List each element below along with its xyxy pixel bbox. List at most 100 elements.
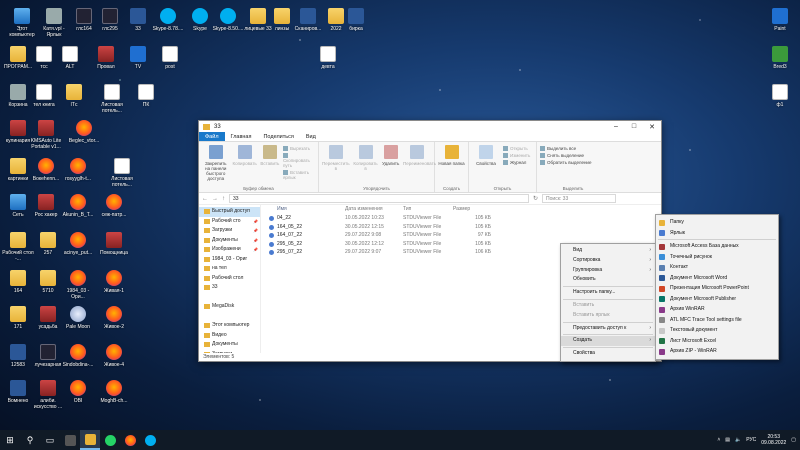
column-type[interactable]: Тип	[403, 205, 453, 214]
desktop-icon[interactable]: Рос хакер	[28, 194, 64, 218]
context-menu-item[interactable]: Сортировка ›	[561, 256, 655, 266]
taskbar-skype[interactable]	[140, 430, 160, 450]
nav-item[interactable]: Загрузки 📌	[199, 226, 260, 236]
copy-button[interactable]: Копировать	[233, 144, 257, 192]
desktop-icon[interactable]: Pale Moon	[60, 306, 96, 330]
move-to-button[interactable]: Переместить в	[322, 144, 350, 192]
context-menu-item[interactable]: Обновить	[561, 275, 655, 285]
desktop-icon[interactable]: сеж-патр...	[96, 194, 132, 218]
nav-item[interactable]: Изображени 📌	[199, 245, 260, 255]
back-icon[interactable]: ←	[202, 196, 208, 202]
nav-item[interactable]: Рабочий стол	[199, 274, 260, 284]
desktop-icon[interactable]: Paint	[762, 8, 798, 32]
taskbar-whatsapp[interactable]	[100, 430, 120, 450]
new-submenu-item[interactable]: Презентация Microsoft PowerPoint	[656, 283, 778, 294]
delete-button[interactable]: Удалить	[381, 144, 400, 192]
volume-icon[interactable]: 🔈	[735, 437, 741, 443]
notifications-icon[interactable]: ▢	[791, 437, 796, 443]
file-row[interactable]: 164_05_22 30.05.2022 12:15 STDUViewer File…	[269, 223, 661, 232]
history-button[interactable]: Журнал	[503, 160, 530, 165]
context-menu-item[interactable]: Настроить папку...	[561, 288, 655, 298]
desktop-icon[interactable]: Akunin_B_T...	[60, 194, 96, 218]
file-row[interactable]: 04_22 10.05.2022 10:23 STDUViewer File 105 …	[269, 214, 661, 223]
minimize-button[interactable]: –	[607, 123, 625, 131]
paste-shortcut-button[interactable]: Вставить ярлык	[283, 170, 315, 180]
desktop-icon[interactable]: Этот компьютер	[4, 8, 40, 38]
new-submenu-item[interactable]: Контакт	[656, 262, 778, 273]
search-input[interactable]: Поиск: 33	[542, 194, 617, 203]
nav-item[interactable]: Документы	[199, 340, 260, 350]
cut-button[interactable]: Вырезать	[283, 146, 315, 151]
desktop-icon[interactable]: post	[152, 46, 188, 70]
language-indicator[interactable]: РУС	[746, 437, 756, 443]
new-submenu-item[interactable]: Текстовый документ	[656, 325, 778, 336]
new-submenu-item[interactable]: ATL MFC Trace Tool settings file	[656, 315, 778, 326]
copy-to-button[interactable]: Копировать в	[353, 144, 379, 192]
properties-button[interactable]: Свойства	[472, 144, 500, 192]
desktop-icon[interactable]: ITс	[56, 84, 92, 108]
desktop-icon[interactable]: KMSAuto Lite Portable v1...	[28, 120, 64, 150]
desktop-icon[interactable]: бирка	[338, 8, 374, 32]
column-name[interactable]: Имя	[269, 205, 345, 214]
desktop-icon[interactable]: Листовая потель...	[104, 158, 140, 188]
pin-quick-access-button[interactable]: Закрепить на панели быстрого доступа	[202, 144, 230, 192]
title-bar[interactable]: 33 – □ ✕	[199, 121, 661, 132]
rename-button[interactable]: Переименовать	[403, 144, 436, 192]
desktop-icon[interactable]: ПК	[128, 84, 164, 108]
desktop-icon[interactable]: Провал	[88, 46, 124, 70]
context-menu-item[interactable]: Создать ›	[561, 336, 655, 347]
forward-icon[interactable]: →	[212, 196, 218, 202]
new-folder-button[interactable]: Новая папка	[438, 144, 465, 192]
desktop-icon[interactable]: TV	[120, 46, 156, 70]
close-button[interactable]: ✕	[643, 123, 661, 131]
nav-item[interactable]: MegaDisk	[199, 302, 260, 312]
select-all-button[interactable]: Выделить все	[540, 146, 591, 151]
desktop-icon[interactable]: Bred3	[762, 46, 798, 70]
file-row[interactable]: 164_07_22 29.07.2022 9:08 STDUViewer File 9…	[269, 231, 661, 240]
new-submenu-item[interactable]: Архив WinRAR	[656, 304, 778, 315]
desktop-icon[interactable]: Живое-4	[96, 344, 132, 368]
new-submenu-item[interactable]: Папку	[656, 217, 778, 228]
new-submenu-item[interactable]: Документ Microsoft Word	[656, 273, 778, 284]
paste-button[interactable]: Вставить	[260, 144, 280, 192]
desktop-icon[interactable]: rosyyglh-t...	[60, 158, 96, 182]
show-hidden-icons[interactable]: ˄	[717, 437, 720, 443]
desktop-icon[interactable]: ф1	[762, 84, 798, 108]
new-submenu-item[interactable]: Документ Microsoft Publisher	[656, 294, 778, 305]
column-size[interactable]: Размер	[453, 205, 491, 214]
tab-home[interactable]: Главная	[225, 132, 258, 141]
nav-item[interactable]: на тел	[199, 264, 260, 274]
nav-item[interactable]: Рабочий сто 📌	[199, 217, 260, 227]
desktop-icon[interactable]: Живая-1	[96, 270, 132, 294]
desktop-icon[interactable]: 1984_03 - Ори...	[60, 270, 96, 300]
open-button[interactable]: Открыть	[503, 146, 530, 151]
nav-item[interactable]	[199, 312, 260, 322]
nav-item[interactable]: Видео	[199, 331, 260, 341]
invert-selection-button[interactable]: Обратить выделение	[540, 160, 591, 165]
address-bar[interactable]: 33	[229, 194, 529, 203]
new-submenu-item[interactable]: Архив ZIP - WinRAR	[656, 346, 778, 357]
edit-button[interactable]: Изменить	[503, 153, 530, 158]
desktop-icon[interactable]: ALT	[52, 46, 88, 70]
desktop-icon[interactable]: MoghB-ch...	[96, 380, 132, 404]
desktop-icon[interactable]: Sindobdina-...	[60, 344, 96, 368]
copy-path-button[interactable]: Скопировать путь	[283, 153, 315, 168]
tab-file[interactable]: Файл	[199, 132, 225, 141]
search-button[interactable]: ⚲	[20, 430, 40, 450]
context-menu-item[interactable]: Группировка ›	[561, 266, 655, 276]
desktop-icon[interactable]: Помощница	[96, 232, 132, 256]
desktop-icon[interactable]: Вокеhenn...	[28, 158, 64, 182]
desktop-icon[interactable]: Живое-2	[96, 306, 132, 330]
tab-share[interactable]: Поделиться	[257, 132, 299, 141]
context-menu-item[interactable]: Свойства	[561, 349, 655, 359]
context-menu-item[interactable]: Вид ›	[561, 246, 655, 256]
desktop-icon[interactable]: Листовая потель...	[94, 84, 130, 114]
up-icon[interactable]: ↑	[222, 196, 225, 202]
desktop-icon[interactable]: OBI	[60, 380, 96, 404]
start-button[interactable]: ⊞	[0, 430, 20, 450]
taskbar-calculator[interactable]	[60, 430, 80, 450]
column-date[interactable]: Дата изменения	[345, 205, 403, 214]
task-view-button[interactable]: ▭	[40, 430, 60, 450]
new-submenu-item[interactable]: Microsoft Access База данных	[656, 241, 778, 252]
nav-item[interactable]: Быстрый доступ	[199, 207, 260, 217]
